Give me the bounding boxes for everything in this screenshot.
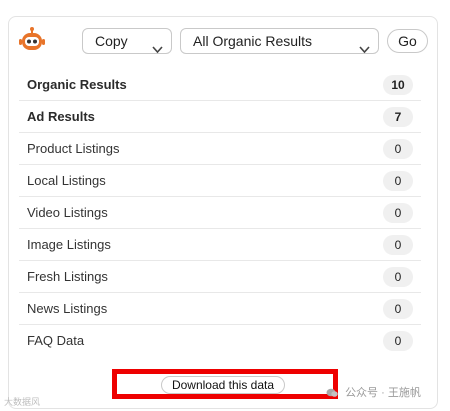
- count-badge: 0: [383, 299, 413, 319]
- count-badge: 0: [383, 171, 413, 191]
- count-badge: 0: [383, 331, 413, 351]
- list-item-product-listings[interactable]: Product Listings 0: [19, 133, 421, 165]
- list-item-fresh-listings[interactable]: Fresh Listings 0: [19, 261, 421, 293]
- count-badge: 0: [383, 139, 413, 159]
- chat-bubble-icon: [326, 388, 338, 398]
- results-type-select[interactable]: All Organic Results: [180, 28, 379, 54]
- watermark-right-text: 公众号 · 王施帆: [345, 387, 421, 399]
- extension-panel: Copy All Organic Results Go Organic Resu…: [8, 16, 438, 409]
- chevron-down-icon: [152, 37, 163, 54]
- list-item-faq-data[interactable]: FAQ Data 0: [19, 325, 421, 357]
- results-type-select-value: All Organic Results: [193, 33, 313, 49]
- watermark-right: 公众号 · 王施帆: [326, 384, 421, 400]
- copy-select-value: Copy: [95, 33, 128, 49]
- list-item-video-listings[interactable]: Video Listings 0: [19, 197, 421, 229]
- list-item-label: FAQ Data: [27, 333, 85, 348]
- count-badge: 0: [383, 235, 413, 255]
- list-item-local-listings[interactable]: Local Listings 0: [19, 165, 421, 197]
- go-button[interactable]: Go: [387, 29, 428, 53]
- list-item-organic-results[interactable]: Organic Results 10: [19, 69, 421, 101]
- list-item-label: Image Listings: [27, 237, 111, 252]
- list-item-label: Local Listings: [27, 173, 106, 188]
- list-item-label: News Listings: [27, 301, 108, 316]
- count-badge: 0: [383, 203, 413, 223]
- copy-select[interactable]: Copy: [82, 28, 172, 54]
- count-badge: 10: [383, 75, 413, 95]
- results-list: Organic Results 10 Ad Results 7 Product …: [19, 69, 421, 357]
- list-item-image-listings[interactable]: Image Listings 0: [19, 229, 421, 261]
- chevron-down-icon: [359, 37, 370, 54]
- count-badge: 7: [383, 107, 413, 127]
- toolbar: Copy All Organic Results Go: [9, 17, 437, 67]
- list-item-label: Video Listings: [27, 205, 108, 220]
- list-item-news-listings[interactable]: News Listings 0: [19, 293, 421, 325]
- list-item-label: Product Listings: [27, 141, 120, 156]
- list-item-label: Organic Results: [27, 77, 127, 92]
- list-item-label: Ad Results: [27, 109, 95, 124]
- download-data-button[interactable]: Download this data: [161, 376, 285, 394]
- list-item-ad-results[interactable]: Ad Results 7: [19, 101, 421, 133]
- count-badge: 0: [383, 267, 413, 287]
- robot-logo-icon: [19, 27, 45, 53]
- watermark-left: 大数据风: [4, 397, 41, 407]
- list-item-label: Fresh Listings: [27, 269, 108, 284]
- download-highlight-box: Download this data: [112, 369, 338, 399]
